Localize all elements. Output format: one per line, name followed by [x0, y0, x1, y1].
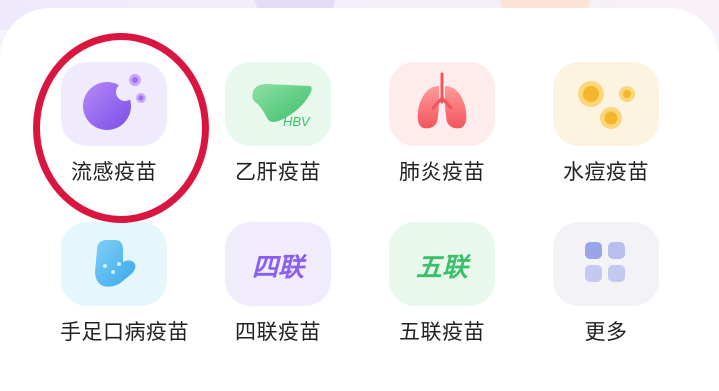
menu-item-label: 五联疫苗	[399, 320, 485, 344]
menu-item-label: 手足口病疫苗	[60, 320, 189, 344]
pentavalent-badge-text: 五联	[416, 253, 472, 283]
icon-box	[61, 222, 167, 306]
flu-vaccine-icon	[83, 74, 146, 130]
lungs-icon	[417, 72, 467, 129]
menu-item-flu-vaccine[interactable]: 流感疫苗	[60, 62, 168, 185]
menu-item-pentavalent-vaccine[interactable]: 五联 五联疫苗	[388, 222, 496, 345]
pentavalent-vaccine-icon: 五联	[416, 253, 472, 283]
menu-item-chickenpox-vaccine[interactable]: 水痘疫苗	[552, 62, 660, 185]
menu-item-label: 更多	[584, 320, 628, 344]
menu-item-hepatitis-b-vaccine[interactable]: HBV 乙肝疫苗	[224, 62, 332, 185]
quadruple-badge-text: 四联	[252, 253, 308, 283]
hbv-badge-text: HBV	[283, 114, 311, 129]
icon-box	[61, 62, 167, 146]
hand-foot-mouth-icon	[95, 240, 136, 287]
menu-item-more[interactable]: 更多	[552, 222, 660, 345]
hepatitis-b-liver-icon: HBV	[252, 84, 312, 129]
menu-item-label: 流感疫苗	[71, 160, 157, 184]
menu-item-hand-foot-mouth-vaccine[interactable]: 手足口病疫苗	[60, 222, 189, 345]
icon-box: 四联	[225, 222, 331, 306]
menu-item-quadruple-vaccine[interactable]: 四联 四联疫苗	[224, 222, 332, 345]
menu-item-label: 水痘疫苗	[563, 160, 649, 184]
menu-item-label: 乙肝疫苗	[235, 160, 321, 184]
icon-box	[553, 222, 659, 306]
more-grid-icon	[585, 242, 625, 282]
chickenpox-icon	[578, 81, 635, 129]
icon-box	[389, 62, 495, 146]
menu-item-label: 四联疫苗	[235, 320, 321, 344]
menu-item-pneumonia-vaccine[interactable]: 肺炎疫苗	[388, 62, 496, 185]
menu-item-label: 肺炎疫苗	[399, 160, 485, 184]
icon-box: 五联	[389, 222, 495, 306]
icon-box	[553, 62, 659, 146]
vaccine-menu-card: 流感疫苗 HBV 乙肝疫苗 肺炎疫苗 水痘疫苗 手足口病疫苗 四联 四联疫苗 五…	[0, 8, 719, 391]
quadruple-vaccine-icon: 四联	[252, 253, 308, 283]
icon-box: HBV	[225, 62, 331, 146]
